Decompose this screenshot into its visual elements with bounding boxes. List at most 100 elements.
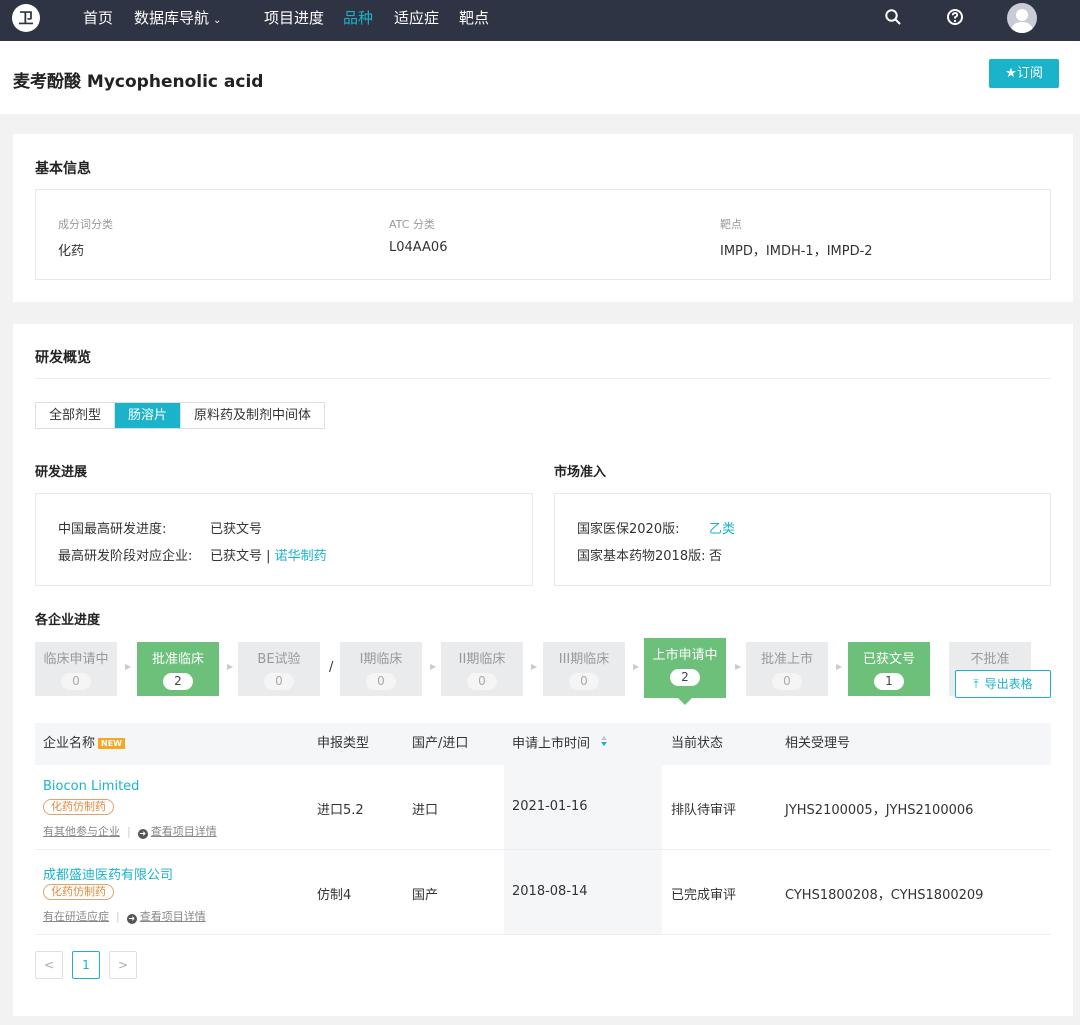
column-header-date[interactable]: 申请上市时间 [512, 723, 608, 765]
other-companies-link[interactable]: 有其他参与企业 [43, 825, 120, 838]
top-navbar: 卫 首页 数据库导航 ⌄ 项目进度 品种 适应症 靶点 [0, 0, 1080, 41]
chevron-right-icon: ▶ [633, 662, 640, 671]
row-actions: 有在研适应症 | ➜ 查看项目详情 [43, 908, 206, 924]
chevron-right-icon: ▶ [836, 662, 843, 671]
field-label: ATC 分类 [389, 218, 435, 231]
field-label: 成分词分类 [58, 218, 113, 231]
nav-item-label: 数据库导航 [134, 9, 210, 27]
progress-title: 研发进展 [35, 465, 88, 480]
kv-label: 最高研发阶段对应企业: [58, 549, 193, 564]
dev-overview-card: 研发概览 全部剂型 肠溶片 原料药及制剂中间体 研发进展 中国最高研发进度: 已… [13, 324, 1073, 1016]
apply-type: 仿制4 [317, 888, 352, 903]
indications-link[interactable]: 有在研适应症 [43, 910, 109, 923]
column-header-company: 企业名称 NEW [43, 723, 125, 765]
field-label: 靶点 [720, 218, 742, 231]
field-value: 化药 [58, 244, 85, 259]
basic-info-box: 成分词分类 化药 ATC 分类 L04AA06 靶点 IMPD，IMDH-1，I… [35, 189, 1051, 280]
stage-count: 0 [569, 673, 599, 690]
nav-item-project-progress[interactable]: 项目进度 [264, 0, 324, 36]
acceptance-numbers[interactable]: JYHS2100005，JYHS2100006 [785, 799, 973, 818]
nav-item-database[interactable]: 数据库导航 ⌄ [134, 0, 221, 36]
upload-icon: ⤒ [973, 677, 979, 691]
chevron-right-icon: ▶ [227, 662, 234, 671]
apply-date: 2018-08-14 [512, 884, 588, 899]
help-icon[interactable] [946, 8, 966, 28]
stage-count: 2 [163, 673, 193, 690]
origin: 进口 [412, 803, 439, 818]
stage-clinical-approved[interactable]: 批准临床 2 [137, 642, 219, 696]
stage-label: I期临床 [359, 652, 403, 667]
user-avatar[interactable] [1007, 3, 1037, 33]
stage-count: 0 [61, 673, 91, 690]
stage-count: 0 [467, 673, 497, 690]
basic-info-card: 基本信息 成分词分类 化药 ATC 分类 L04AA06 靶点 IMPD，IMD… [13, 134, 1073, 302]
export-table-button[interactable]: ⤒ 导出表格 [955, 670, 1051, 698]
sort-icon[interactable] [600, 723, 608, 765]
divider [35, 378, 1051, 379]
stage-slash: / [329, 660, 334, 675]
stage-phase-2[interactable]: II期临床 0 [441, 642, 523, 696]
stage-count: 0 [772, 673, 802, 690]
chevron-right-icon: ▶ [430, 662, 437, 671]
export-label: 导出表格 [984, 677, 1033, 691]
stage-label: 临床申请中 [43, 652, 109, 667]
chevron-right-icon: ▶ [735, 662, 742, 671]
kv-label: 国家基本药物2018版: [577, 549, 706, 564]
progress-box: 中国最高研发进度: 已获文号 最高研发阶段对应企业: 已获文号 | 诺华制药 [35, 493, 533, 586]
column-header-origin: 国产/进口 [412, 736, 469, 751]
separator: | [127, 825, 131, 838]
company-link[interactable]: 诺华制药 [275, 549, 327, 564]
insurance-class-link[interactable]: 乙类 [709, 518, 735, 537]
separator: | [116, 910, 120, 923]
stage-license-obtained[interactable]: 已获文号 1 [848, 642, 930, 696]
search-icon[interactable] [884, 8, 904, 28]
column-header-status: 当前状态 [671, 736, 724, 751]
column-header-numbers: 相关受理号 [785, 736, 851, 751]
stage-label: 批准上市 [760, 652, 813, 667]
company-name-link[interactable]: 成都盛迪医药有限公司 [43, 864, 173, 883]
stage-count: 1 [874, 673, 904, 690]
project-detail-link[interactable]: 查看项目详情 [140, 910, 206, 923]
tab-all-dosage[interactable]: 全部剂型 [36, 403, 116, 428]
stage-count: 0 [264, 673, 294, 690]
nav-item-targets[interactable]: 靶点 [459, 0, 489, 36]
stage-label: 不批准 [970, 652, 1010, 667]
section-title: 基本信息 [35, 161, 91, 177]
subscribe-button[interactable]: ★订阅 [989, 59, 1059, 88]
stage-be-trial[interactable]: BE试验 0 [238, 642, 320, 696]
kv-label: 国家医保2020版: [577, 522, 680, 537]
page-header: 麦考酚酸 Mycophenolic acid ★订阅 [0, 41, 1080, 114]
market-box: 国家医保2020版: 乙类 国家基本药物2018版: 否 [554, 493, 1051, 586]
chevron-down-icon: ⌄ [213, 15, 222, 26]
stage-phase-3[interactable]: III期临床 0 [543, 642, 625, 696]
field-value: L04AA06 [389, 240, 448, 255]
chevron-right-icon: ▶ [531, 662, 538, 671]
next-page-button[interactable]: > [109, 951, 137, 979]
tab-enteric-tablet[interactable]: 肠溶片 [115, 403, 182, 428]
stage-market-application[interactable]: 上市申请中 2 [644, 638, 726, 705]
stage-market-approved[interactable]: 批准上市 0 [746, 642, 828, 696]
dosage-tabs: 全部剂型 肠溶片 原料药及制剂中间体 [35, 402, 326, 429]
logo[interactable]: 卫 [12, 4, 40, 32]
column-header-type: 申报类型 [317, 736, 370, 751]
page-button-1[interactable]: 1 [72, 951, 100, 979]
prev-page-button[interactable]: < [35, 951, 63, 979]
stage-clinical-application[interactable]: 临床申请中 0 [35, 642, 117, 696]
chevron-right-icon: ▶ [125, 662, 132, 671]
project-detail-link[interactable]: 查看项目详情 [151, 825, 217, 838]
tab-api-intermediate[interactable]: 原料药及制剂中间体 [181, 403, 324, 428]
drug-type-tag: 化药仿制药 [43, 799, 114, 815]
company-name-link[interactable]: Biocon Limited [43, 779, 139, 794]
stage-label: 批准临床 [151, 652, 204, 667]
acceptance-numbers[interactable]: CYHS1800208，CYHS1800209 [785, 884, 983, 903]
nav-item-indications[interactable]: 适应症 [394, 0, 439, 36]
drug-type-tag: 化药仿制药 [43, 884, 114, 900]
column-header-label: 申请上市时间 [512, 736, 591, 752]
kv-value: 否 [709, 549, 723, 564]
nav-item-varieties[interactable]: 品种 [343, 0, 373, 36]
section-title: 研发概览 [35, 350, 91, 366]
origin: 国产 [412, 888, 439, 903]
company-progress-title: 各企业进度 [35, 613, 101, 628]
stage-phase-1[interactable]: I期临床 0 [340, 642, 422, 696]
nav-item-home[interactable]: 首页 [83, 0, 113, 36]
